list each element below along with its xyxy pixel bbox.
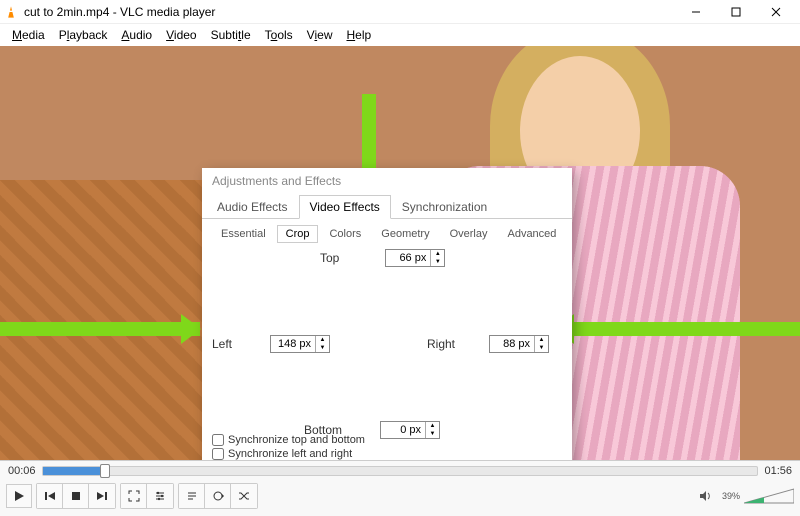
crop-top-up[interactable]: ▲ [431,250,444,258]
crop-left-spinbox[interactable]: ▲▼ [270,335,330,353]
adjustments-dialog: Adjustments and Effects Audio Effects Vi… [202,168,572,460]
stop-button[interactable] [63,484,89,508]
dialog-title: Adjustments and Effects [202,168,572,194]
subtab-overlay[interactable]: Overlay [441,225,497,243]
vlc-logo-icon [4,5,18,19]
menu-media[interactable]: Media [6,26,51,44]
crop-bottom-spinbox[interactable]: ▲▼ [380,421,440,439]
loop-button[interactable] [205,484,231,508]
dialog-tabs: Audio Effects Video Effects Synchronizat… [202,194,572,219]
menu-help[interactable]: Help [340,26,377,44]
seek-fill [43,467,100,475]
menu-video[interactable]: Video [160,26,202,44]
crop-left-up[interactable]: ▲ [316,336,329,344]
minimize-button[interactable] [676,1,716,23]
crop-top-down[interactable]: ▼ [431,258,444,266]
crop-panel: Top ▲▼ Left ▲▼ Right [202,243,572,460]
close-button[interactable] [756,1,796,23]
titlebar: cut to 2min.mp4 - VLC media player [0,0,800,24]
menu-audio[interactable]: Audio [115,26,158,44]
sync-tb-checkbox[interactable] [212,434,224,446]
shuffle-button[interactable] [231,484,257,508]
seek-bar[interactable] [42,466,759,476]
video-area: Adjustments and Effects Audio Effects Vi… [0,46,800,460]
fullscreen-button[interactable] [121,484,147,508]
crop-left-label: Left [212,337,232,351]
crop-right-input[interactable] [490,336,534,352]
volume-slider[interactable] [744,487,794,505]
player-controls: 00:06 01:56 39% [0,460,800,516]
tab-synchronization[interactable]: Synchronization [391,195,498,219]
crop-top-field: Top ▲▼ [320,249,445,267]
crop-bottom-up[interactable]: ▲ [426,422,439,430]
menu-tools[interactable]: Tools [259,26,299,44]
crop-top-input[interactable] [386,250,430,266]
crop-left-down[interactable]: ▼ [316,344,329,352]
play-button[interactable] [6,484,32,508]
subtab-colors[interactable]: Colors [320,225,370,243]
subtab-advanced[interactable]: Advanced [498,225,565,243]
crop-right-label: Right [427,337,455,351]
menu-playback[interactable]: Playback [53,26,114,44]
menu-subtitle[interactable]: Subtitle [205,26,257,44]
prev-button[interactable] [37,484,63,508]
menubar: Media Playback Audio Video Subtitle Tool… [0,24,800,46]
sync-top-bottom-check[interactable]: Synchronize top and bottom [212,434,365,446]
subtab-essential[interactable]: Essential [212,225,275,243]
sync-lr-checkbox[interactable] [212,448,224,460]
crop-bottom-input[interactable] [381,422,425,438]
crop-top-label: Top [320,251,339,265]
crop-right-up[interactable]: ▲ [535,336,548,344]
sync-left-right-check[interactable]: Synchronize left and right [212,448,365,460]
maximize-button[interactable] [716,1,756,23]
window-title: cut to 2min.mp4 - VLC media player [24,5,676,19]
mute-button[interactable] [692,484,718,508]
crop-left-input[interactable] [271,336,315,352]
tab-audio-effects[interactable]: Audio Effects [206,195,299,219]
seek-row: 00:06 01:56 [0,461,800,481]
button-row: 39% [0,481,800,511]
extended-settings-button[interactable] [147,484,173,508]
crop-bottom-down[interactable]: ▼ [426,430,439,438]
menu-view[interactable]: View [301,26,339,44]
video-effects-subtabs: Essential Crop Colors Geometry Overlay A… [202,219,572,243]
window-controls [676,1,796,23]
crop-top-spinbox[interactable]: ▲▼ [385,249,445,267]
time-current: 00:06 [8,465,36,477]
playlist-button[interactable] [179,484,205,508]
tab-video-effects[interactable]: Video Effects [299,195,391,219]
time-total: 01:56 [764,465,792,477]
subtab-geometry[interactable]: Geometry [372,225,438,243]
crop-right-spinbox[interactable]: ▲▼ [489,335,549,353]
volume-area: 39% [692,484,794,508]
seek-thumb[interactable] [100,464,110,478]
next-button[interactable] [89,484,115,508]
crop-sync-checks: Synchronize top and bottom Synchronize l… [212,434,365,460]
crop-right-field: Right ▲▼ [427,335,549,353]
crop-left-field: Left ▲▼ [212,335,330,353]
volume-percent: 39% [722,491,740,501]
subtab-crop[interactable]: Crop [277,225,319,243]
crop-right-down[interactable]: ▼ [535,344,548,352]
